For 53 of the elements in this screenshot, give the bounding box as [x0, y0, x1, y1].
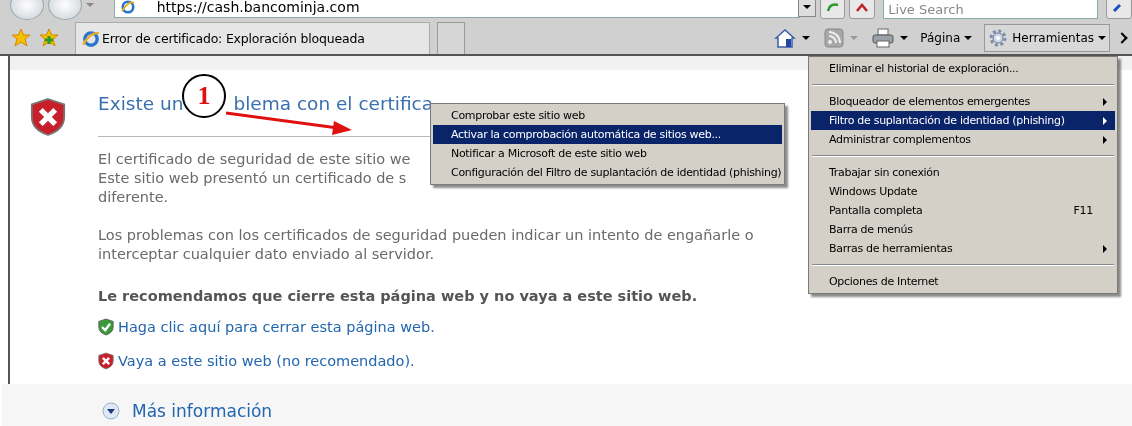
menu-item[interactable]: Configuración del Filtro de suplantación de identidad (phishing): [433, 163, 782, 182]
menu-item[interactable]: Opciones de Internet: [811, 272, 1115, 291]
paragraph-text: El certificado de seguridad de este sitio we: [98, 150, 411, 169]
paragraph-text: interceptar cualquier dato enviado al servidor.: [98, 245, 435, 264]
printer-icon[interactable]: [872, 28, 895, 48]
menu-item[interactable]: Comprobar este sitio web: [433, 106, 782, 125]
home-icon[interactable]: [774, 27, 797, 49]
feed-icon[interactable]: [824, 28, 845, 48]
caret-icon: [900, 36, 909, 40]
caret-icon: [85, 3, 94, 7]
menu-item[interactable]: Barra de menús: [811, 220, 1115, 239]
menu-item[interactable]: Windows Update: [811, 182, 1115, 201]
ie-logo-icon: [82, 29, 100, 48]
page-heading: Existe un: [98, 93, 184, 116]
menu-item[interactable]: Filtro de suplantación de identidad (phishing): [811, 111, 1115, 130]
page-menu-button[interactable]: Página: [916, 24, 977, 52]
recommendation-text: Le recomendamos que cierre esta página web y no vaya a este sitio web.: [98, 287, 698, 306]
refresh-icon: [825, 1, 840, 13]
caret-icon: [850, 36, 859, 40]
menu-item[interactable]: Eliminar el historial de exploración...: [811, 59, 1115, 78]
browser-tab[interactable]: Error de certificado: Exploración bloqueada: [75, 22, 430, 54]
address-field[interactable]: https://cash.bancominja.com: [113, 0, 800, 18]
action-link[interactable]: Haga clic aquí para cerrar esta página web.: [118, 319, 435, 335]
menu-item[interactable]: Notificar a Microsoft de este sitio web: [433, 144, 782, 163]
favorites-star-icon[interactable]: [11, 28, 31, 48]
caret-icon: [964, 36, 973, 40]
menu-item[interactable]: Bloqueador de elementos emergentes: [811, 92, 1115, 111]
menu-item[interactable]: Trabajar sin conexión: [811, 163, 1115, 182]
paragraph-text: Este sitio web presentó un certificado de s: [98, 169, 407, 188]
shield-error-icon: [30, 95, 66, 139]
menu-item[interactable]: Pantalla completa F11: [811, 201, 1115, 220]
search-button[interactable]: [1106, 0, 1132, 19]
action-link[interactable]: Vaya a este sitio web (no recomendado).: [118, 353, 415, 369]
tools-menu-button[interactable]: Herramientas: [984, 24, 1110, 52]
caret-icon: [802, 36, 811, 40]
page-heading: blema con el certifica: [233, 93, 434, 116]
more-info-link[interactable]: Más información: [132, 401, 273, 421]
step-marker: 1: [182, 74, 226, 118]
stop-button[interactable]: [849, 0, 876, 19]
paragraph-text: Los problemas con los certificados de seguridad pueden indicar un intento de engañarle o: [98, 226, 754, 245]
paragraph-text: diferente.: [98, 188, 169, 207]
menu-item[interactable]: Barras de herramientas: [811, 239, 1115, 258]
ie-logo-icon: [120, 0, 135, 14]
settings-icon: [988, 28, 1009, 48]
caret-icon: [1098, 36, 1106, 40]
search-field[interactable]: Live Search: [883, 0, 1099, 19]
expand-icon[interactable]: [102, 402, 120, 420]
caret-icon: [802, 5, 811, 9]
shield-check-icon: [98, 318, 114, 336]
shield-error-icon: [98, 352, 114, 370]
menu-item[interactable]: Activar la comprobación automática de sitios web...: [433, 125, 782, 144]
menu-item[interactable]: Administrar complementos: [811, 130, 1115, 149]
url-text: https://cash.bancominja.com: [156, 0, 360, 15]
